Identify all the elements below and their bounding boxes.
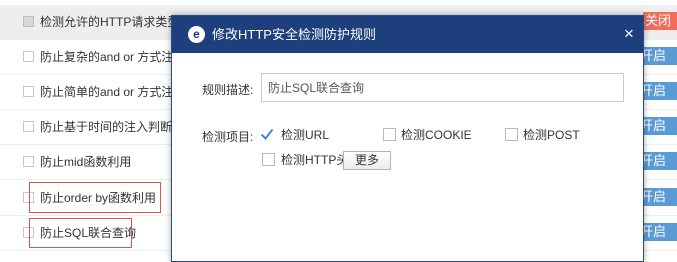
- rule-checkbox[interactable]: [23, 156, 34, 167]
- option-label-http-header: 检测HTTP头: [281, 153, 349, 167]
- rule-checkbox[interactable]: [23, 16, 34, 27]
- status-badge[interactable]: 开启: [643, 82, 677, 100]
- option-label-post: 检测POST: [523, 128, 580, 142]
- items-label: 检测项目:: [202, 130, 254, 144]
- option-label-cookie: 检测COOKIE: [401, 128, 472, 142]
- dialog-title: 修改HTTP安全检测防护规则: [212, 27, 376, 42]
- rule-label: 检测允许的HTTP请求类型: [40, 15, 180, 29]
- status-badge[interactable]: 开启: [643, 152, 677, 170]
- rule-label: 防止mid函数利用: [40, 155, 132, 169]
- status-badge[interactable]: 开启: [643, 47, 677, 65]
- description-input[interactable]: [261, 73, 624, 102]
- status-badge[interactable]: 已关闭: [643, 12, 677, 30]
- http-header-checkbox[interactable]: [262, 153, 275, 166]
- highlight-box: [29, 218, 132, 248]
- rule-label: 防止简单的and or 方式注入: [40, 85, 186, 99]
- status-badge[interactable]: 开启: [643, 117, 677, 135]
- description-label: 规则描述:: [202, 83, 254, 97]
- rule-checkbox[interactable]: [23, 86, 34, 97]
- dialog-body: 规则描述: 检测项目: 检测URL 检测COOKIE 检测POST 检测HTTP…: [172, 53, 643, 261]
- close-icon[interactable]: ×: [619, 23, 639, 45]
- app-logo-icon: e: [188, 26, 205, 43]
- checked-checkbox-icon[interactable]: [260, 127, 274, 141]
- rule-checkbox[interactable]: [23, 121, 34, 132]
- rule-checkbox[interactable]: [23, 51, 34, 62]
- post-checkbox[interactable]: [505, 128, 518, 141]
- rule-label: 防止复杂的and or 方式注入: [40, 50, 186, 64]
- dialog-header: e 修改HTTP安全检测防护规则 ×: [172, 16, 643, 53]
- more-button[interactable]: 更多: [343, 151, 391, 170]
- edit-rule-dialog: e 修改HTTP安全检测防护规则 × 规则描述: 检测项目: 检测URL 检测C…: [171, 15, 644, 262]
- rule-label: 防止基于时间的注入判断: [40, 120, 173, 134]
- status-badge[interactable]: 开启: [643, 188, 677, 206]
- status-badge[interactable]: 开启: [643, 223, 677, 241]
- option-label-url: 检测URL: [281, 128, 330, 142]
- cookie-checkbox[interactable]: [383, 128, 396, 141]
- highlight-box: [29, 182, 161, 213]
